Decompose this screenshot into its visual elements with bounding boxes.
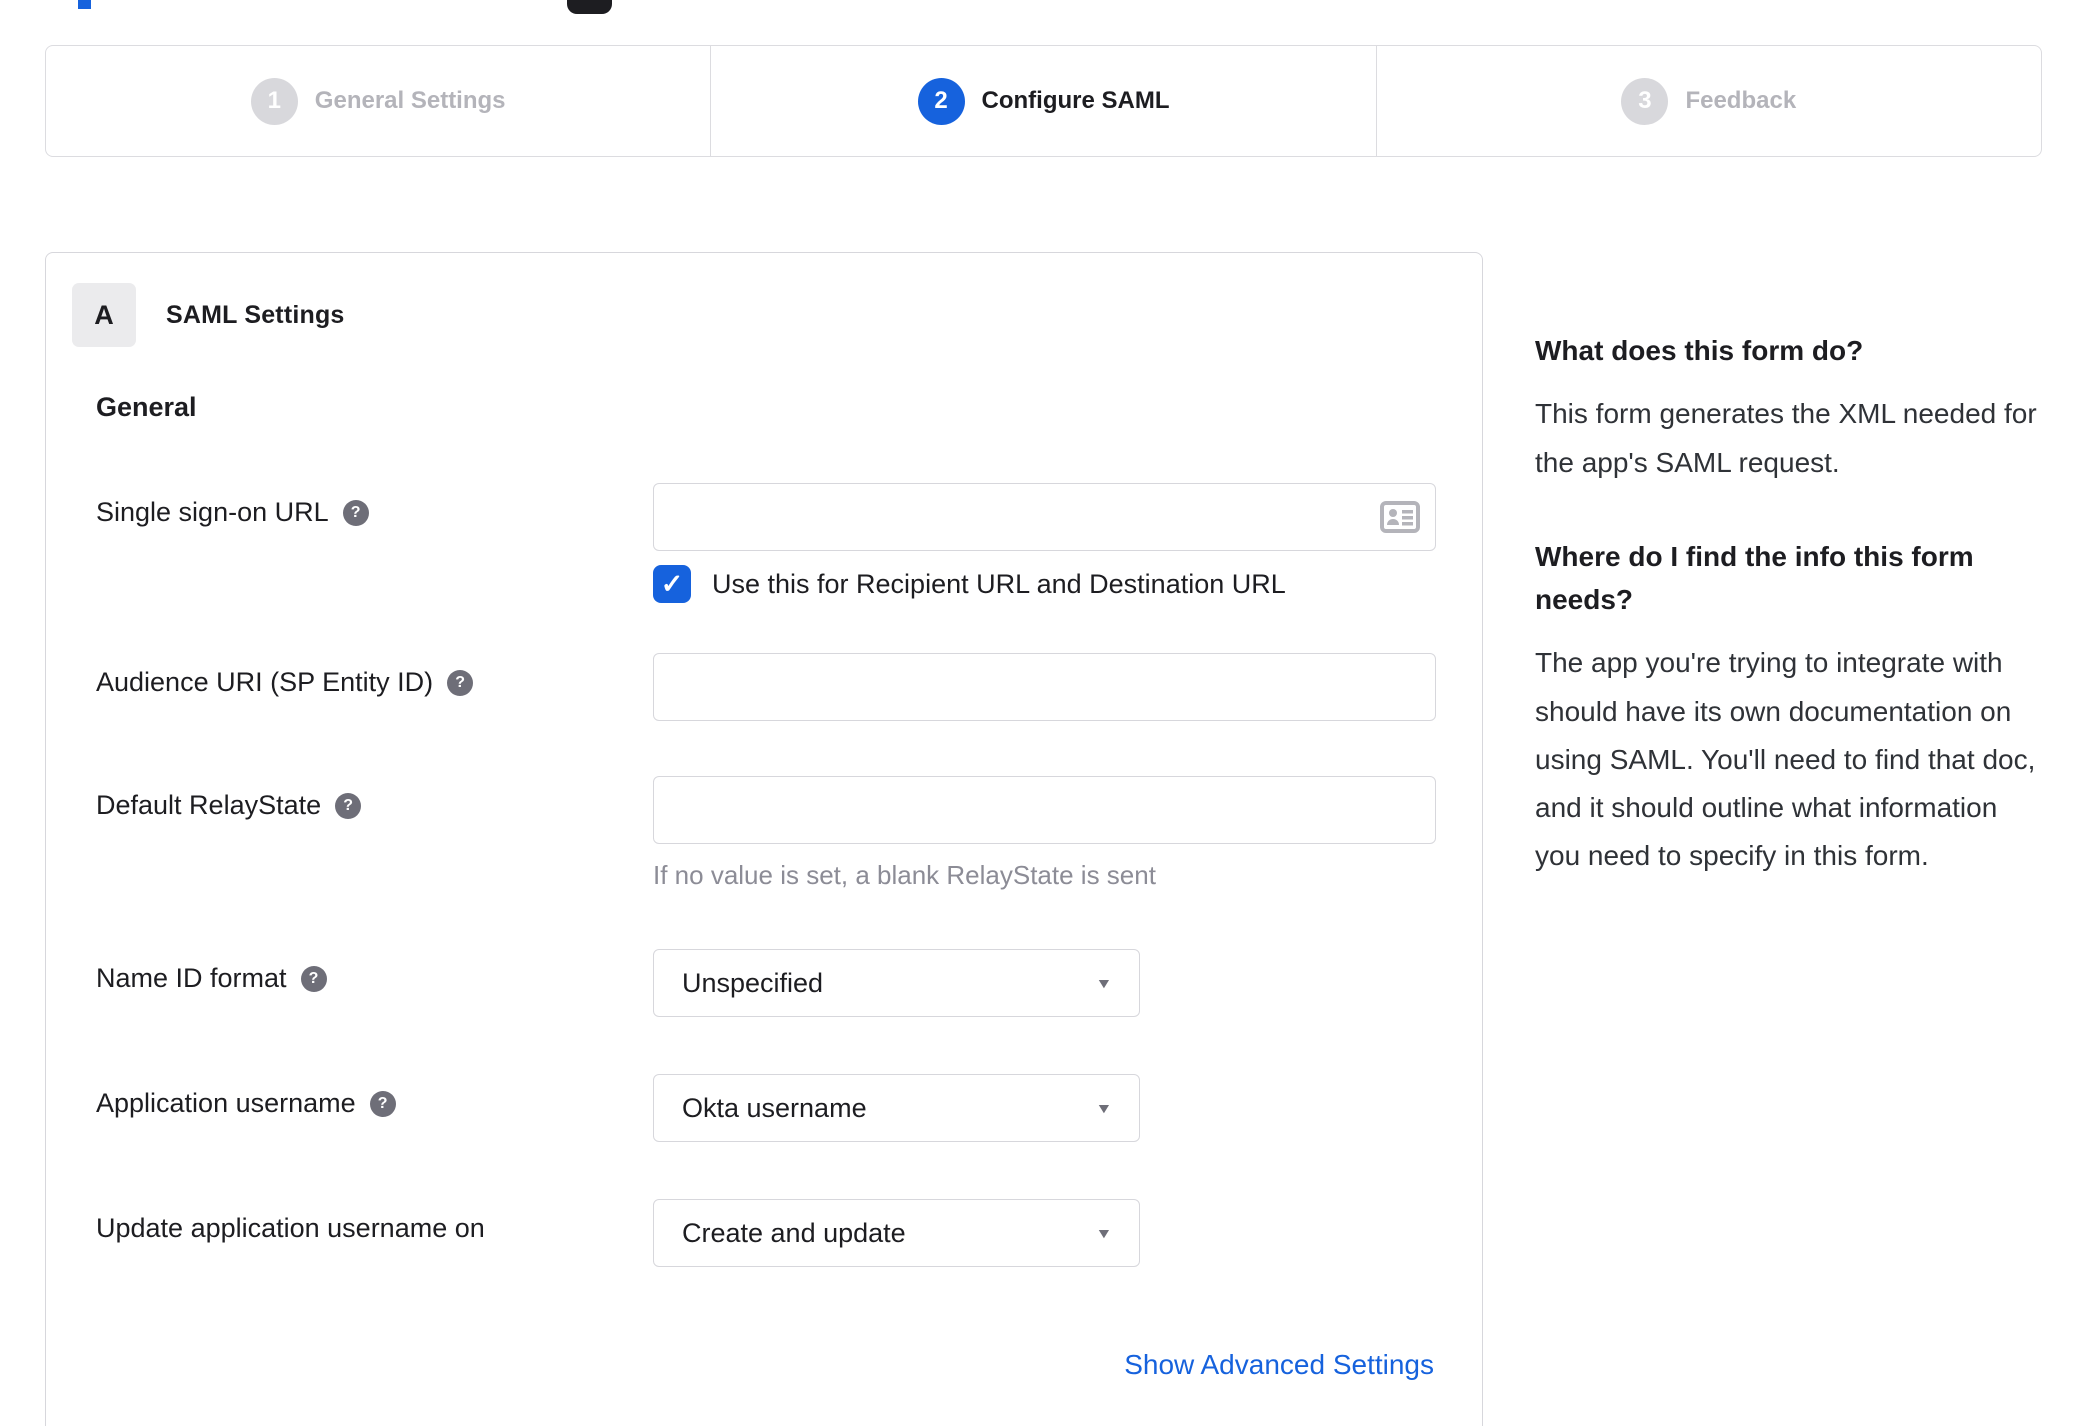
help-icon[interactable]: ? xyxy=(342,499,369,526)
application-username-value: Okta username xyxy=(682,1092,867,1123)
name-id-format-value: Unspecified xyxy=(682,967,824,998)
help-icon[interactable]: ? xyxy=(369,1090,396,1117)
help-answer-1: This form generates the XML needed for t… xyxy=(1535,398,2037,478)
chevron-down-icon: ▼ xyxy=(1095,1225,1113,1241)
help-question-2: Where do I find the info this form needs… xyxy=(1535,540,1974,616)
recipient-url-checkbox-row: ✓ Use this for Recipient URL and Destina… xyxy=(653,565,1482,603)
saml-settings-panel: A SAML Settings General Single sign-on U… xyxy=(45,252,1483,1426)
single-sign-on-url-input[interactable] xyxy=(653,483,1436,551)
name-id-format-label: Name ID format xyxy=(96,963,287,993)
name-id-format-row: Name ID format ? Unspecified ▼ xyxy=(46,949,1482,1017)
audience-uri-label: Audience URI (SP Entity ID) xyxy=(96,667,434,697)
help-sidebar: What does this form do? This form genera… xyxy=(1535,252,2040,880)
help-icon[interactable]: ? xyxy=(335,792,362,819)
step-general-settings[interactable]: 1 General Settings xyxy=(46,46,710,156)
section-a-badge: A xyxy=(72,283,136,347)
help-icon[interactable]: ? xyxy=(447,669,474,696)
application-username-label: Application username xyxy=(96,1088,356,1118)
step-3-label: Feedback xyxy=(1685,87,1797,114)
panel-header: A SAML Settings xyxy=(46,283,1482,347)
step-3-number-badge: 3 xyxy=(1621,77,1669,125)
update-application-username-value: Create and update xyxy=(682,1217,906,1248)
audience-uri-row: Audience URI (SP Entity ID) ? xyxy=(46,653,1482,721)
recipient-url-checkbox-label: Use this for Recipient URL and Destinati… xyxy=(712,568,1286,599)
name-id-format-select[interactable]: Unspecified ▼ xyxy=(653,949,1140,1017)
help-icon[interactable]: ? xyxy=(300,965,327,992)
update-application-username-select[interactable]: Create and update ▼ xyxy=(653,1199,1140,1267)
update-application-username-row: Update application username on Create an… xyxy=(46,1199,1482,1267)
step-1-number-badge: 1 xyxy=(250,77,298,125)
cutoff-blue-remnant xyxy=(78,0,91,9)
single-sign-on-url-row: Single sign-on URL ? ✓ Use this for Reci… xyxy=(46,483,1482,603)
default-relaystate-input[interactable] xyxy=(653,776,1436,844)
single-sign-on-url-label-wrap: Single sign-on URL ? xyxy=(96,483,653,528)
cutoff-app-logo-remnant xyxy=(567,0,612,14)
update-application-username-label: Update application username on xyxy=(96,1213,485,1243)
chevron-down-icon: ▼ xyxy=(1095,1100,1113,1116)
application-username-select[interactable]: Okta username ▼ xyxy=(653,1074,1140,1142)
step-2-label: Configure SAML xyxy=(981,87,1170,114)
default-relaystate-label: Default RelayState xyxy=(96,790,322,820)
general-section-heading: General xyxy=(96,392,197,422)
relaystate-hint: If no value is set, a blank RelayState i… xyxy=(653,860,1156,890)
page-header-remnant xyxy=(0,0,2092,45)
application-username-label-wrap: Application username ? xyxy=(96,1074,653,1119)
advanced-settings-row: Show Advanced Settings xyxy=(46,1349,1482,1381)
help-block-what: What does this form do? This form genera… xyxy=(1535,329,2040,487)
show-advanced-settings-link[interactable]: Show Advanced Settings xyxy=(1124,1349,1434,1380)
panel-title: SAML Settings xyxy=(166,300,345,329)
default-relaystate-row: Default RelayState ? If no value is set,… xyxy=(46,776,1482,891)
help-question-1: What does this form do? xyxy=(1535,335,1864,366)
recipient-url-checkbox[interactable]: ✓ xyxy=(653,565,691,603)
help-block-where: Where do I find the info this form needs… xyxy=(1535,535,2040,881)
name-id-format-label-wrap: Name ID format ? xyxy=(96,949,653,994)
chevron-down-icon: ▼ xyxy=(1095,975,1113,991)
audience-uri-input[interactable] xyxy=(653,653,1436,721)
audience-uri-label-wrap: Audience URI (SP Entity ID) ? xyxy=(96,653,653,698)
step-1-label: General Settings xyxy=(314,87,506,114)
application-username-row: Application username ? Okta username ▼ xyxy=(46,1074,1482,1142)
wizard-stepper: 1 General Settings 2 Configure SAML 3 Fe… xyxy=(45,45,2042,157)
step-feedback[interactable]: 3 Feedback xyxy=(1375,46,2041,156)
step-configure-saml[interactable]: 2 Configure SAML xyxy=(710,46,1375,156)
help-answer-2: The app you're trying to integrate with … xyxy=(1535,647,2036,872)
contact-card-icon[interactable] xyxy=(1380,501,1420,533)
step-2-number-badge: 2 xyxy=(917,77,965,125)
single-sign-on-url-label: Single sign-on URL xyxy=(96,497,329,527)
default-relaystate-label-wrap: Default RelayState ? xyxy=(96,776,653,821)
update-application-username-label-wrap: Update application username on xyxy=(96,1199,653,1244)
